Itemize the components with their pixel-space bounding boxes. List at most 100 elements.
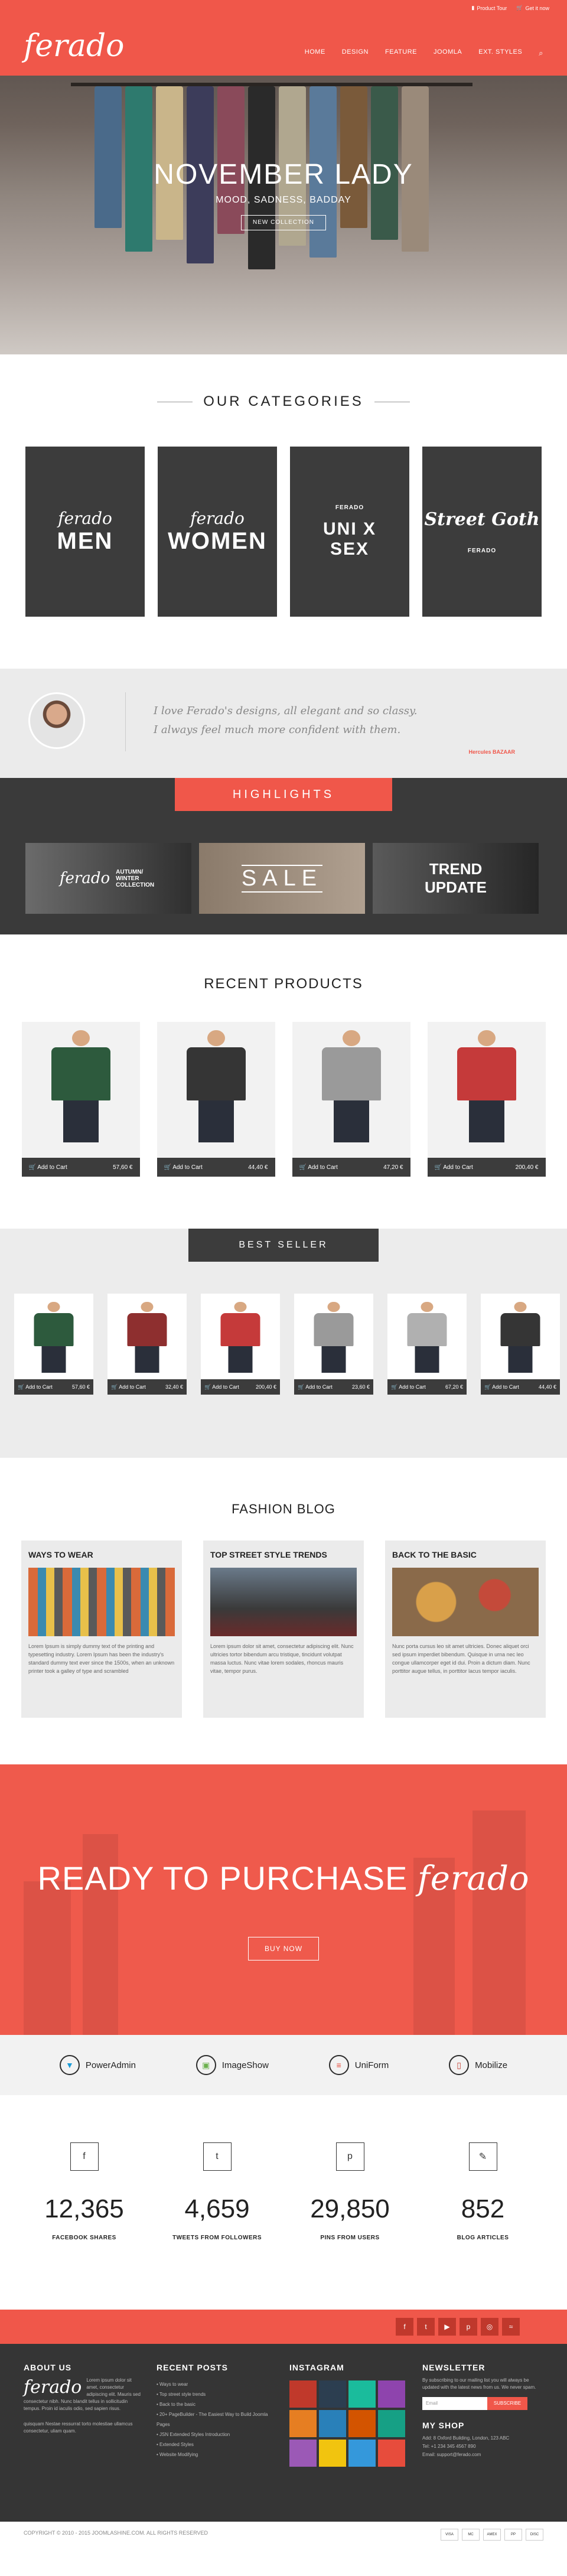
add-to-cart-button[interactable]: 🛒 Add to Cart (111, 1384, 146, 1390)
partner-uniform[interactable]: ≡ UniForm (328, 2055, 389, 2075)
rss-icon[interactable]: ≈ (502, 2318, 520, 2336)
buy-now-button[interactable]: BUY NOW (248, 1937, 319, 1961)
search-icon[interactable]: ⌕ (539, 48, 543, 58)
partner-poweradmin[interactable]: ▼ PowerAdmin (59, 2055, 136, 2075)
email-field[interactable]: Email (422, 2397, 487, 2410)
new-collection-button[interactable]: NEW COLLECTION (241, 215, 326, 230)
recent-post-link[interactable]: • Extended Styles (157, 2440, 275, 2450)
nav-joomla[interactable]: JOOMLA (434, 48, 462, 58)
add-to-cart-button[interactable]: 🛒 Add to Cart (435, 1164, 473, 1171)
partner-imageshow[interactable]: ▣ ImageShow (195, 2055, 269, 2075)
add-to-cart-button[interactable]: 🛒 Add to Cart (164, 1164, 203, 1171)
partner-mobilize[interactable]: ▯ Mobilize (449, 2055, 507, 2075)
highlight-banners: ferado AUTUMN/ WINTER COLLECTION SALE TR… (25, 843, 539, 914)
banner-sale[interactable]: SALE (199, 843, 365, 914)
subscribe-button[interactable]: SUBSCRIBE (487, 2397, 527, 2410)
footer-recent-posts: RECENT POSTS • Ways to wear • Top street … (157, 2363, 275, 2460)
twitter-icon[interactable]: t (417, 2318, 435, 2336)
product-card[interactable]: 🛒 Add to Cart 57,60 € (14, 1294, 93, 1395)
product-card[interactable]: 🛒 Add to Cart 44,40 € (157, 1022, 275, 1177)
testimonial-author: Hercules BAZAAR (468, 749, 515, 755)
product-image[interactable] (481, 1294, 560, 1379)
product-card[interactable]: 🛒 Add to Cart 67,20 € (387, 1294, 467, 1395)
instagram-thumb[interactable] (319, 2440, 346, 2467)
product-image[interactable] (201, 1294, 280, 1379)
main-nav: HOME DESIGN FEATURE JOOMLA EXT. STYLES ⌕ (305, 48, 543, 58)
recent-post-link[interactable]: • Website Modifying (157, 2450, 275, 2460)
product-card[interactable]: 🛒 Add to Cart 23,60 € (294, 1294, 373, 1395)
add-to-cart-button[interactable]: 🛒 Add to Cart (391, 1384, 426, 1390)
blog-post[interactable]: WAYS TO WEAR Lorem Ipsum is simply dummy… (21, 1541, 182, 1718)
instagram-thumb[interactable] (378, 2380, 405, 2408)
instagram-icon[interactable]: ◎ (481, 2318, 498, 2336)
instagram-thumb[interactable] (378, 2440, 405, 2467)
cta-title: READY TO PURCHASE ferado (37, 1859, 530, 1898)
product-image[interactable] (428, 1022, 546, 1158)
product-card[interactable]: 🛒 Add to Cart 44,40 € (481, 1294, 560, 1395)
product-image[interactable] (22, 1022, 140, 1158)
pinterest-icon[interactable]: p (335, 2142, 364, 2171)
add-to-cart-button[interactable]: 🛒 Add to Cart (299, 1164, 338, 1171)
nav-home[interactable]: HOME (305, 48, 325, 58)
get-it-now-link[interactable]: 🛒 Get it now (516, 5, 549, 11)
blog-post[interactable]: BACK TO THE BASIC Nunc porta cursus leo … (385, 1541, 546, 1718)
product-price: 47,20 € (383, 1164, 403, 1171)
category-unisex[interactable]: FERADO UNI X SEX (290, 447, 409, 617)
blog-posts: WAYS TO WEAR Lorem Ipsum is simply dummy… (0, 1541, 567, 1718)
recent-post-link[interactable]: • 20+ PageBuilder - The Easiest Way to B… (157, 2409, 275, 2430)
instagram-thumb[interactable] (319, 2380, 346, 2408)
nav-feature[interactable]: FEATURE (385, 48, 417, 58)
youtube-icon[interactable]: ▶ (438, 2318, 456, 2336)
instagram-thumb[interactable] (378, 2410, 405, 2437)
product-image[interactable] (107, 1294, 187, 1379)
banner-trend-update[interactable]: TREND UPDATE (373, 843, 539, 914)
product-card[interactable]: 🛒 Add to Cart 200,40 € (201, 1294, 280, 1395)
add-to-cart-button[interactable]: 🛒 Add to Cart (484, 1384, 519, 1390)
facebook-icon[interactable]: f (70, 2142, 99, 2171)
product-image[interactable] (294, 1294, 373, 1379)
product-image[interactable] (292, 1022, 410, 1158)
product-card[interactable]: 🛒 Add to Cart 32,40 € (107, 1294, 187, 1395)
product-card[interactable]: 🛒 Add to Cart 200,40 € (427, 1022, 546, 1177)
product-bar: 🛒 Add to Cart 23,60 € (294, 1379, 373, 1395)
add-to-cart-button[interactable]: 🛒 Add to Cart (204, 1384, 239, 1390)
instagram-thumb[interactable] (319, 2410, 346, 2437)
facebook-icon[interactable]: f (396, 2318, 413, 2336)
pinterest-icon[interactable]: p (460, 2318, 477, 2336)
add-to-cart-button[interactable]: 🛒 Add to Cart (298, 1384, 333, 1390)
footer-instagram: INSTAGRAM (289, 2363, 405, 2467)
product-tour-link[interactable]: ▮ Product Tour (471, 5, 507, 11)
add-to-cart-button[interactable]: 🛒 Add to Cart (29, 1164, 67, 1171)
instagram-thumb[interactable] (289, 2440, 317, 2467)
instagram-thumb[interactable] (348, 2410, 376, 2437)
product-card[interactable]: 🛒 Add to Cart 47,20 € (292, 1022, 410, 1177)
recent-post-link[interactable]: • Ways to wear (157, 2379, 275, 2389)
twitter-icon[interactable]: t (203, 2142, 232, 2171)
add-to-cart-button[interactable]: 🛒 Add to Cart (18, 1384, 53, 1390)
product-card[interactable]: 🛒 Add to Cart 57,60 € (21, 1022, 140, 1177)
instagram-grid (289, 2380, 405, 2467)
nav-design[interactable]: DESIGN (342, 48, 369, 58)
category-women[interactable]: ferado WOMEN (158, 447, 277, 617)
logo[interactable]: ferado (24, 31, 124, 61)
building-shape (24, 1881, 71, 2035)
product-image[interactable] (387, 1294, 467, 1379)
product-image[interactable] (14, 1294, 93, 1379)
category-men[interactable]: ferado MEN (25, 447, 145, 617)
product-bar: 🛒 Add to Cart 200,40 € (201, 1379, 280, 1395)
instagram-thumb[interactable] (348, 2440, 376, 2467)
instagram-thumb[interactable] (289, 2410, 317, 2437)
blog-post[interactable]: TOP STREET STYLE TRENDS Lorem ipsum dolo… (203, 1541, 364, 1718)
category-street-goth[interactable]: Street Goth FERADO (422, 447, 542, 617)
product-image[interactable] (157, 1022, 275, 1158)
nav-ext-styles[interactable]: EXT. STYLES (478, 48, 522, 58)
testimonial-quote: I love Ferado's designs, all elegant and… (154, 705, 418, 736)
instagram-thumb[interactable] (289, 2380, 317, 2408)
banner-autumn-winter[interactable]: ferado AUTUMN/ WINTER COLLECTION (25, 843, 191, 914)
recent-post-link[interactable]: • Back to the basic (157, 2399, 275, 2409)
instagram-thumb[interactable] (348, 2380, 376, 2408)
recent-post-link[interactable]: • Top street style trends (157, 2389, 275, 2399)
product-bar: 🛒 Add to Cart 57,60 € (14, 1379, 93, 1395)
pencil-icon[interactable]: ✎ (468, 2142, 497, 2171)
recent-post-link[interactable]: • JSN Extended Styles Introduction (157, 2430, 275, 2440)
